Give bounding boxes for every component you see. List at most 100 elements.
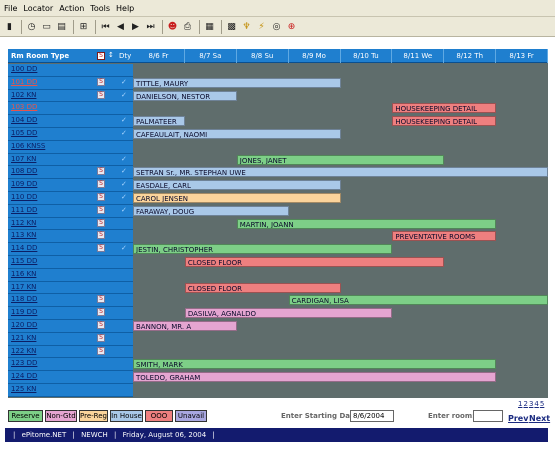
room-status-icon[interactable]: S: [97, 346, 105, 355]
room-status-icon[interactable]: S: [97, 333, 105, 342]
last-icon[interactable]: ⏭: [144, 20, 157, 33]
menu-action[interactable]: Action: [59, 4, 84, 13]
broom-icon[interactable]: ♆: [240, 20, 253, 33]
room-number-link[interactable]: 124 DD: [11, 371, 37, 381]
room-status-icon[interactable]: S: [97, 308, 105, 317]
clock-icon[interactable]: ◷: [25, 20, 38, 33]
reservation-bar[interactable]: JESTIN, CHRISTOPHER: [133, 244, 393, 255]
room-status-icon[interactable]: S: [97, 205, 105, 214]
room-number-link[interactable]: 117 KN: [11, 282, 36, 292]
page-link[interactable]: 5: [540, 400, 544, 408]
help-circle-icon[interactable]: ◎: [270, 20, 283, 33]
room-number-link[interactable]: 125 KN: [11, 384, 36, 394]
prev-icon[interactable]: ◀: [114, 20, 127, 33]
date-column-header[interactable]: 8/9 Mo: [289, 49, 341, 63]
reservation-bar[interactable]: PREVENTATIVE ROOMS: [392, 231, 497, 242]
room-number-link[interactable]: 105 DD: [11, 128, 37, 138]
menu-tools[interactable]: Tools: [90, 4, 110, 13]
room-number-link[interactable]: 108 DD: [11, 166, 37, 176]
room-status-icon[interactable]: S: [97, 244, 105, 253]
reservation-bar[interactable]: CAFEAULAIT, NAOMI: [133, 129, 341, 139]
start-date-input[interactable]: 8/6/2004: [350, 410, 394, 422]
reservation-bar[interactable]: JONES, JANET: [236, 154, 445, 165]
reservation-bar[interactable]: CLOSED FLOOR: [184, 257, 445, 267]
date-column-header[interactable]: 8/11 We: [392, 49, 445, 63]
reservation-bar[interactable]: TOLEDO, GRAHAM: [133, 372, 497, 383]
date-column-header[interactable]: 8/10 Tu: [341, 49, 393, 63]
page-link[interactable]: 1: [518, 400, 522, 408]
calendar-icon[interactable]: ▤: [55, 20, 68, 33]
date-column-header[interactable]: 8/13 Fr: [496, 49, 548, 63]
reservation-bar[interactable]: SETRAN Sr., MR. STEPHAN UWE: [133, 167, 548, 178]
room-number-link[interactable]: 122 KN: [11, 346, 36, 356]
room-status-icon[interactable]: S: [97, 167, 105, 176]
room-number-link[interactable]: 113 KN: [11, 230, 36, 240]
room-number-link[interactable]: 106 KNSS: [11, 141, 45, 151]
room-number-link[interactable]: 110 DD: [11, 192, 37, 202]
room-status-icon[interactable]: S: [97, 231, 105, 240]
reservation-bar[interactable]: EASDALE, CARL: [133, 180, 341, 191]
room-status-icon[interactable]: S: [97, 90, 105, 99]
date-column-header[interactable]: 8/12 Th: [444, 49, 497, 63]
room-type-header[interactable]: Rm Room Type: [11, 49, 69, 63]
prev-page-link[interactable]: Prev: [508, 414, 528, 423]
room-search-input[interactable]: [473, 410, 503, 422]
reservation-bar[interactable]: HOUSEKEEPING DETAIL: [392, 116, 497, 127]
room-status-icon[interactable]: S: [97, 321, 105, 329]
room-number-link[interactable]: 120 DD: [11, 320, 37, 330]
menu-help[interactable]: Help: [116, 4, 134, 13]
reservation-bar[interactable]: SMITH, MARK: [133, 359, 497, 370]
next-page-link[interactable]: Next: [529, 414, 550, 423]
tree-icon[interactable]: ⊞: [77, 20, 90, 33]
door-icon[interactable]: ▮: [3, 20, 16, 33]
room-number-link[interactable]: 115 DD: [11, 256, 37, 266]
menu-file[interactable]: File: [4, 4, 17, 13]
room-number-link[interactable]: 112 KN: [11, 218, 36, 228]
room-status-icon[interactable]: S: [97, 218, 105, 227]
dty-header[interactable]: Dty: [119, 49, 131, 63]
date-column-header[interactable]: 8/6 Fr: [133, 49, 185, 63]
room-number-link[interactable]: 107 KN: [11, 154, 36, 164]
room-status-icon[interactable]: S: [97, 193, 105, 201]
room-number-link[interactable]: 118 DD: [11, 294, 37, 304]
page-link[interactable]: 3: [529, 400, 533, 408]
date-column-header[interactable]: 8/7 Sa: [185, 49, 237, 63]
room-number-link[interactable]: 116 KN: [11, 269, 36, 279]
room-number-link[interactable]: 103 DD: [11, 102, 37, 112]
room-number-link[interactable]: 121 KN: [11, 333, 36, 343]
reservation-bar[interactable]: BANNON, MR. A: [133, 321, 237, 331]
reservation-bar[interactable]: TITTLE, MAURY: [133, 77, 341, 88]
room-status-icon[interactable]: S: [97, 180, 105, 189]
reservation-bar[interactable]: FARAWAY, DOUG: [133, 205, 289, 216]
reservation-bar[interactable]: PALMATEER: [133, 116, 185, 127]
sort-icon[interactable]: ↕: [108, 51, 116, 60]
menu-locator[interactable]: Locator: [23, 4, 53, 13]
list-icon[interactable]: ▩: [225, 20, 238, 33]
reservation-bar[interactable]: DASILVA, AGNALDO: [184, 308, 393, 319]
room-number-link[interactable]: 102 KN: [11, 90, 36, 100]
room-number-link[interactable]: 100 DD: [11, 64, 37, 74]
reservation-bar[interactable]: CAROL JENSEN: [133, 193, 341, 203]
room-number-link[interactable]: 123 DD: [11, 358, 37, 368]
room-number-link[interactable]: 111 DD: [11, 205, 37, 215]
room-status-icon[interactable]: S: [97, 77, 105, 86]
reservation-bar[interactable]: MARTIN, JOANN: [236, 218, 497, 229]
room-number-link[interactable]: 109 DD: [11, 179, 37, 189]
room-number-link[interactable]: 101 DD: [11, 77, 37, 87]
next-icon[interactable]: ▶: [129, 20, 142, 33]
grid-icon[interactable]: ▦: [203, 20, 216, 33]
reservation-bar[interactable]: HOUSEKEEPING DETAIL: [392, 103, 497, 114]
page-link[interactable]: 2: [523, 400, 527, 408]
reservation-bar[interactable]: CLOSED FLOOR: [184, 282, 341, 293]
printer-icon[interactable]: ⎙: [181, 20, 194, 33]
room-status-icon[interactable]: S: [97, 295, 105, 304]
page-icon[interactable]: ▭: [40, 20, 53, 33]
reservation-bar[interactable]: CARDIGAN, LISA: [288, 295, 548, 306]
date-column-header[interactable]: 8/8 Su: [237, 49, 289, 63]
user-icon[interactable]: ☻: [166, 20, 179, 33]
lifebuoy-icon[interactable]: ⊕: [285, 20, 298, 33]
room-number-link[interactable]: 114 DD: [11, 243, 37, 253]
lightning-icon[interactable]: ⚡: [255, 20, 268, 33]
room-number-link[interactable]: 119 DD: [11, 307, 37, 317]
room-number-link[interactable]: 104 DD: [11, 115, 37, 125]
